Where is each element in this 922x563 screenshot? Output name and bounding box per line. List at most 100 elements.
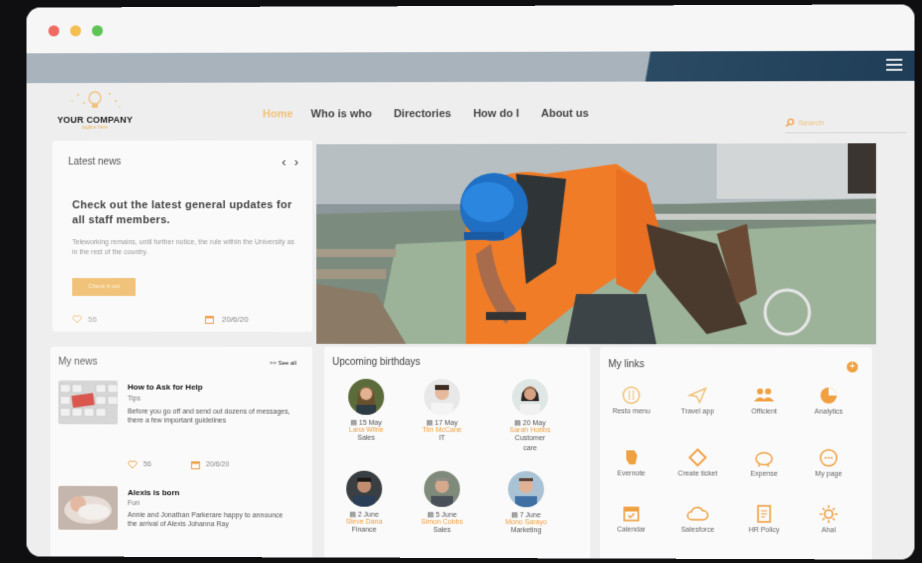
avatar	[508, 471, 544, 507]
link-officient[interactable]: Officient	[733, 385, 795, 416]
avatar-illustration	[508, 471, 544, 507]
nav-directories[interactable]: Directories	[394, 108, 451, 120]
chat-bubble-icon	[819, 448, 839, 468]
news-item-category: Tips	[127, 395, 141, 403]
restaurant-icon	[621, 385, 641, 405]
birthday-date-text: 17 May	[434, 419, 458, 427]
news-item-alexis-born[interactable]: Alexis is born Fun Annie and Jonathan Pa…	[58, 485, 306, 557]
link-ahal[interactable]: Ahal	[797, 504, 860, 534]
link-label: Resto menu	[612, 408, 651, 416]
link-hr-policy[interactable]: HR Policy	[733, 504, 795, 534]
latest-news-title: Latest news	[68, 156, 122, 168]
birthday-person[interactable]: ▤ 20 May Sarah Hobbs Customer care	[490, 379, 570, 454]
birthday-date-text: 5 June	[435, 511, 457, 519]
birthday-department: Marketing	[510, 527, 542, 535]
link-my-page[interactable]: My page	[797, 448, 860, 478]
birthday-date: ▤ 7 June	[486, 511, 566, 519]
news-likes-count: 56	[87, 314, 97, 324]
diamond-icon	[688, 447, 708, 467]
link-label: Analytics	[814, 408, 843, 416]
chevron-right-icon[interactable]: ›	[294, 154, 298, 169]
evernote-icon	[626, 450, 638, 465]
search-box[interactable]	[785, 113, 907, 134]
cake-icon: ▤	[349, 511, 357, 519]
news-item-date-text: 20/6/20	[205, 461, 230, 469]
nav-who-is-who[interactable]: Who is who	[311, 108, 372, 120]
heart-icon	[72, 315, 82, 324]
news-item-ask-for-help[interactable]: How to Ask for Help Tips Before you go o…	[58, 380, 306, 470]
close-window-button[interactable]	[48, 24, 60, 36]
cake-icon: ▤	[426, 419, 433, 427]
link-create-ticket[interactable]: Create ticket	[666, 447, 728, 478]
latest-news-card: Latest news ‹ › Check out the latest gen…	[52, 140, 313, 332]
baby-thumbnail	[58, 485, 118, 530]
see-all-link[interactable]: >> See all	[270, 361, 297, 367]
news-body: Teleworking remains, until further notic…	[72, 239, 295, 257]
news-item-excerpt: Annie and Jonathan Parkerare happy to an…	[127, 511, 283, 529]
paper-plane-icon	[688, 385, 708, 405]
news-item-likes-count: 56	[143, 461, 152, 469]
cake-icon: ▤	[514, 420, 521, 428]
browser-window: YOUR COMPANY tagline here Home Who is wh…	[26, 4, 915, 560]
link-label: Expense	[750, 470, 778, 478]
minimize-window-button[interactable]	[70, 24, 82, 36]
main-nav: YOUR COMPANY tagline here Home Who is wh…	[27, 81, 915, 141]
birthday-department: Finance	[351, 526, 377, 534]
link-analytics[interactable]: Analytics	[797, 385, 860, 416]
search-icon	[785, 118, 794, 127]
hamburger-menu-icon[interactable]	[886, 58, 903, 71]
link-travel-app[interactable]: Travel app	[666, 385, 728, 415]
check-it-out-button[interactable]: Check it out	[72, 278, 136, 296]
nav-about-us[interactable]: About us	[541, 108, 589, 120]
my-links-card: My links + Resto menu Travel app Officie…	[600, 347, 873, 560]
company-logo[interactable]: YOUR COMPANY tagline here	[52, 89, 137, 137]
hero-image-construction-worker	[316, 143, 877, 345]
birthday-person[interactable]: ▤ 17 May Tim McCane IT	[402, 379, 482, 444]
birthday-person[interactable]: ▤ 2 June Steve Dana Finance	[324, 471, 404, 536]
nav-how-do-i[interactable]: How do I	[473, 108, 519, 120]
news-item-likes[interactable]: 56	[128, 460, 152, 469]
link-salesforce[interactable]: Salesforce	[666, 504, 728, 534]
piggy-bank-icon	[753, 448, 775, 468]
people-icon	[754, 388, 775, 402]
link-calendar[interactable]: Calendar	[600, 503, 662, 534]
news-likes[interactable]: 56	[72, 315, 97, 324]
cake-icon: ▤	[350, 419, 358, 427]
birthday-date: ▤ 5 June	[402, 511, 482, 519]
maximize-window-button[interactable]	[91, 24, 103, 36]
birthday-date-text: 7 June	[519, 512, 541, 520]
link-evernote[interactable]: Evernote	[600, 447, 662, 477]
birthdays-title: Upcoming birthdays	[332, 356, 421, 368]
nav-menu: Home Who is who Directories How do I Abo…	[263, 108, 589, 121]
my-news-title: My news	[58, 356, 98, 368]
avatar	[424, 379, 461, 415]
calendar-icon	[191, 460, 200, 469]
birthday-person[interactable]: ▤ 15 May Lana Wilne Sales	[326, 379, 406, 444]
my-news-card: My news >> See all How to Ask for Help T…	[50, 346, 313, 560]
birthday-department: Customer care	[514, 435, 546, 453]
intranet-page: YOUR COMPANY tagline here Home Who is wh…	[26, 80, 915, 560]
link-label: Calendar	[617, 526, 646, 534]
avatar-illustration	[512, 379, 548, 415]
avatar	[348, 379, 385, 415]
birthday-date: ▤ 15 May	[326, 419, 406, 427]
news-headline: Check out the latest general updates for…	[72, 199, 293, 227]
birthday-department: Sales	[433, 526, 451, 534]
calendar-icon	[621, 503, 641, 523]
birthday-person[interactable]: ▤ 7 June Mono Sarayo Marketing	[486, 471, 566, 536]
news-item-title: Alexis is born	[127, 488, 180, 498]
chevron-left-icon[interactable]: ‹	[282, 154, 286, 169]
birthday-date-text: 2 June	[357, 511, 379, 519]
keyboard-help-thumbnail	[58, 380, 118, 425]
link-expense[interactable]: Expense	[733, 448, 795, 478]
search-input[interactable]	[798, 118, 890, 128]
birthday-person[interactable]: ▤ 5 June Simon Cobbs Sales	[402, 471, 482, 536]
birthday-date: ▤ 20 May	[490, 419, 570, 427]
company-tagline: tagline here	[81, 124, 108, 131]
link-label: HR Policy	[748, 526, 780, 535]
news-date: 20/6/20	[205, 315, 248, 324]
nav-home[interactable]: Home	[263, 108, 293, 120]
birthday-department: Sales	[357, 434, 375, 442]
link-resto-menu[interactable]: Resto menu	[600, 385, 662, 415]
add-link-button[interactable]: +	[846, 361, 858, 373]
